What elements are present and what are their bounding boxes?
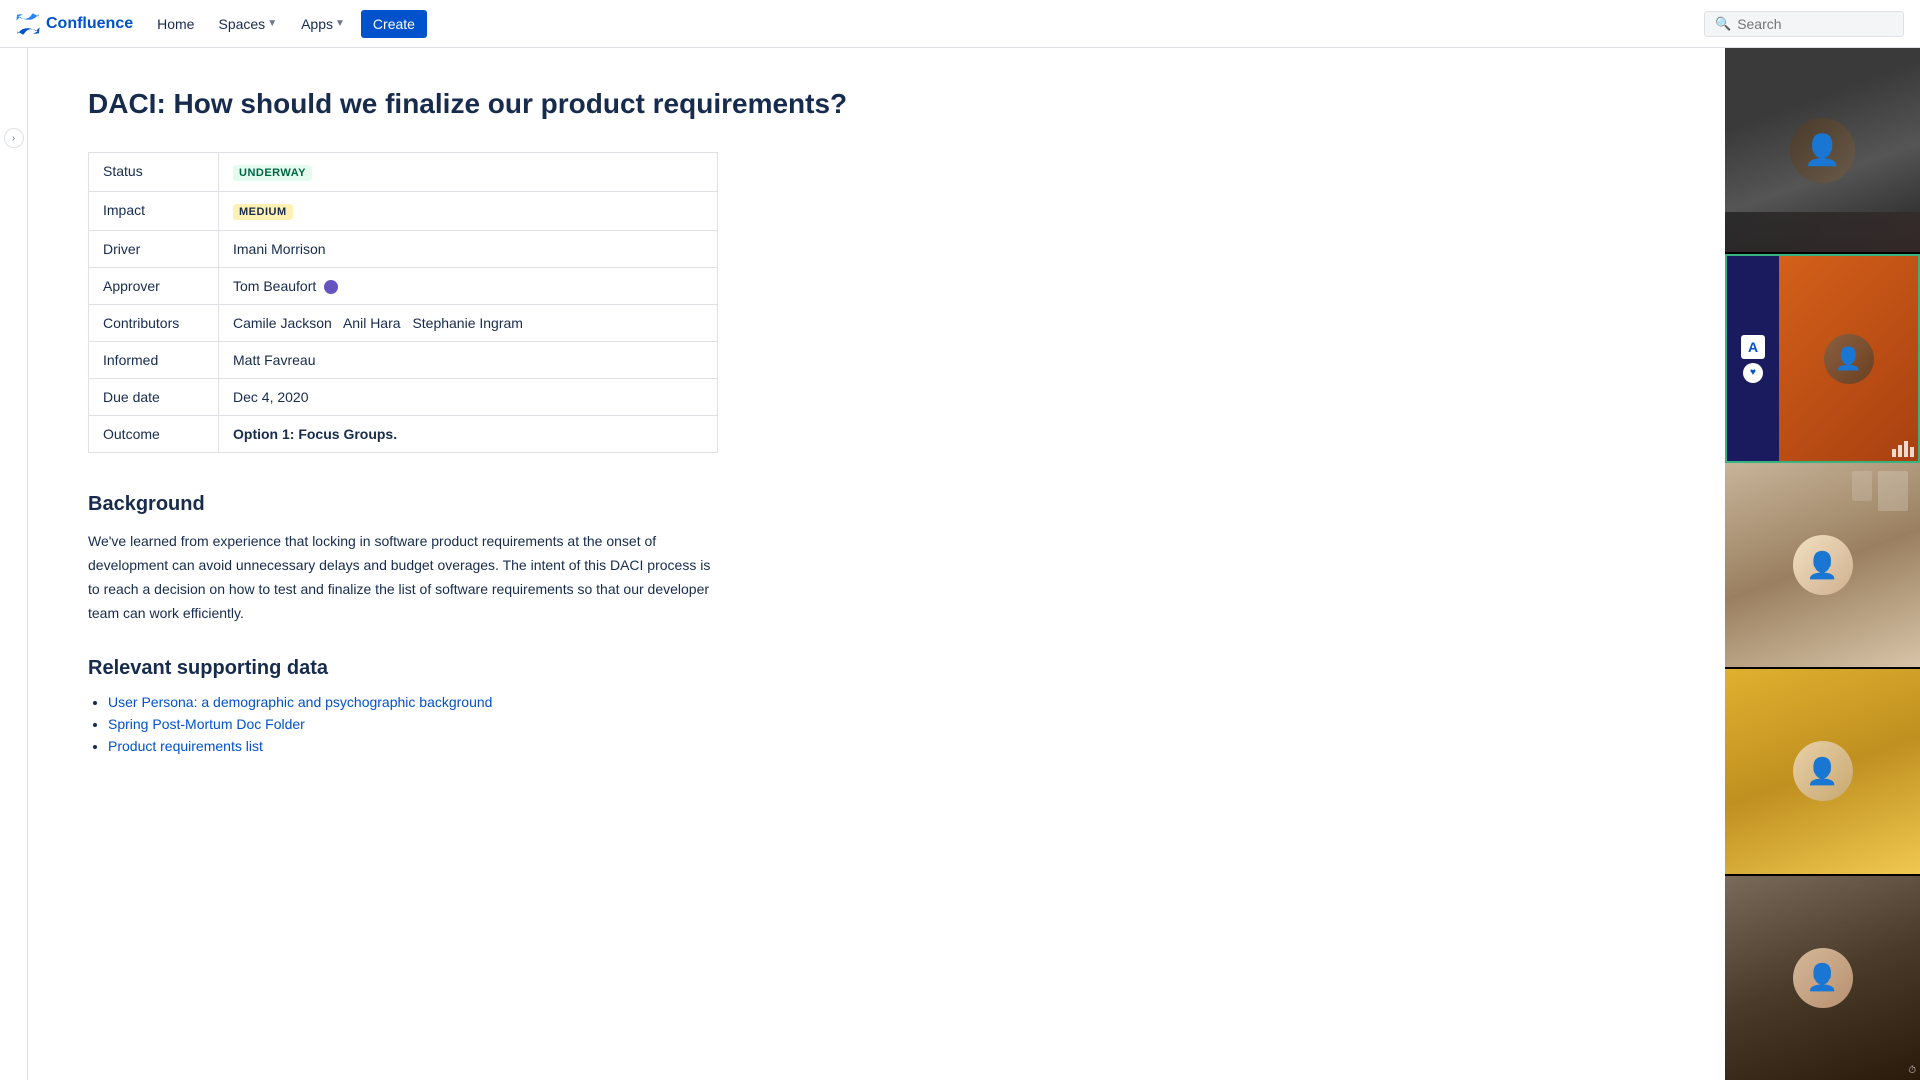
supporting-title: Relevant supporting data [88, 657, 1665, 680]
status-badge: UNDERWAY [233, 165, 312, 181]
sidebar-toggle-area: › [0, 48, 28, 1080]
confluence-logo[interactable]: Confluence [16, 12, 133, 36]
impact-badge: MEDIUM [233, 204, 293, 220]
video-tile-4: 👤 [1725, 669, 1920, 875]
list-item: Spring Post-Mortum Doc Folder [108, 716, 1665, 732]
home-nav-link[interactable]: Home [149, 12, 202, 36]
supporting-data-section: Relevant supporting data User Persona: a… [88, 657, 1665, 754]
avatar [324, 280, 338, 294]
status-label: Status [89, 153, 219, 192]
video-panel: 👤 A ♥ [1725, 48, 1920, 1080]
table-row: Due date Dec 4, 2020 [89, 379, 718, 416]
user-persona-link[interactable]: User Persona: a demographic and psychogr… [108, 694, 492, 710]
list-item: User Persona: a demographic and psychogr… [108, 694, 1665, 710]
table-row: Contributors Camile Jackson Anil Hara St… [89, 305, 718, 342]
main-layout: › DACI: How should we finalize our produ… [0, 48, 1920, 1080]
outcome-label: Outcome [89, 416, 219, 453]
top-navigation: Confluence Home Spaces ▼ Apps ▼ Create 🔍 [0, 0, 1920, 48]
search-icon: 🔍 [1715, 16, 1731, 32]
person2-video: 👤 [1779, 256, 1918, 460]
impact-label: Impact [89, 192, 219, 231]
search-box[interactable]: 🔍 [1704, 11, 1904, 37]
informed-label: Informed [89, 342, 219, 379]
list-item: Product requirements list [108, 738, 1665, 754]
video-tile-3: 👤 [1725, 463, 1920, 669]
table-row: Informed Matt Favreau [89, 342, 718, 379]
approver-label: Approver [89, 268, 219, 305]
page-content: DACI: How should we finalize our product… [28, 48, 1725, 1080]
supporting-list: User Persona: a demographic and psychogr… [88, 694, 1665, 754]
create-button[interactable]: Create [361, 10, 427, 38]
approver-value: Tom Beaufort [219, 268, 718, 305]
background-section: Background We've learned from experience… [88, 493, 1665, 625]
spaces-nav-link[interactable]: Spaces ▼ [210, 12, 285, 36]
informed-value: Matt Favreau [219, 342, 718, 379]
logo-label: Confluence [46, 15, 133, 33]
daci-table: Status UNDERWAY Impact MEDIUM Driver Ima… [88, 152, 718, 453]
contributors-value: Camile Jackson Anil Hara Stephanie Ingra… [219, 305, 718, 342]
sidebar-toggle-button[interactable]: › [4, 128, 24, 148]
atlassian-panel: A ♥ [1727, 256, 1779, 460]
table-row: Status UNDERWAY [89, 153, 718, 192]
driver-label: Driver [89, 231, 219, 268]
video-tile-1: 👤 [1725, 48, 1920, 254]
contributors-label: Contributors [89, 305, 219, 342]
background-body: We've learned from experience that locki… [88, 530, 718, 625]
product-requirements-link[interactable]: Product requirements list [108, 738, 263, 754]
due-date-label: Due date [89, 379, 219, 416]
table-row: Outcome Option 1: Focus Groups. [89, 416, 718, 453]
video-tile-2: A ♥ 👤 [1725, 254, 1920, 462]
table-row: Approver Tom Beaufort [89, 268, 718, 305]
due-date-value: Dec 4, 2020 [219, 379, 718, 416]
background-title: Background [88, 493, 1665, 516]
table-row: Driver Imani Morrison [89, 231, 718, 268]
status-value: UNDERWAY [219, 153, 718, 192]
driver-value: Imani Morrison [219, 231, 718, 268]
apps-chevron-icon: ▼ [335, 18, 345, 29]
table-row: Impact MEDIUM [89, 192, 718, 231]
video-tile-5: 👤 ⏱ [1725, 876, 1920, 1080]
page-title: DACI: How should we finalize our product… [88, 88, 1665, 120]
apps-nav-link[interactable]: Apps ▼ [293, 12, 353, 36]
search-input[interactable] [1737, 16, 1877, 32]
outcome-value: Option 1: Focus Groups. [219, 416, 718, 453]
spaces-chevron-icon: ▼ [267, 18, 277, 29]
impact-value: MEDIUM [219, 192, 718, 231]
spring-post-mortum-link[interactable]: Spring Post-Mortum Doc Folder [108, 716, 305, 732]
